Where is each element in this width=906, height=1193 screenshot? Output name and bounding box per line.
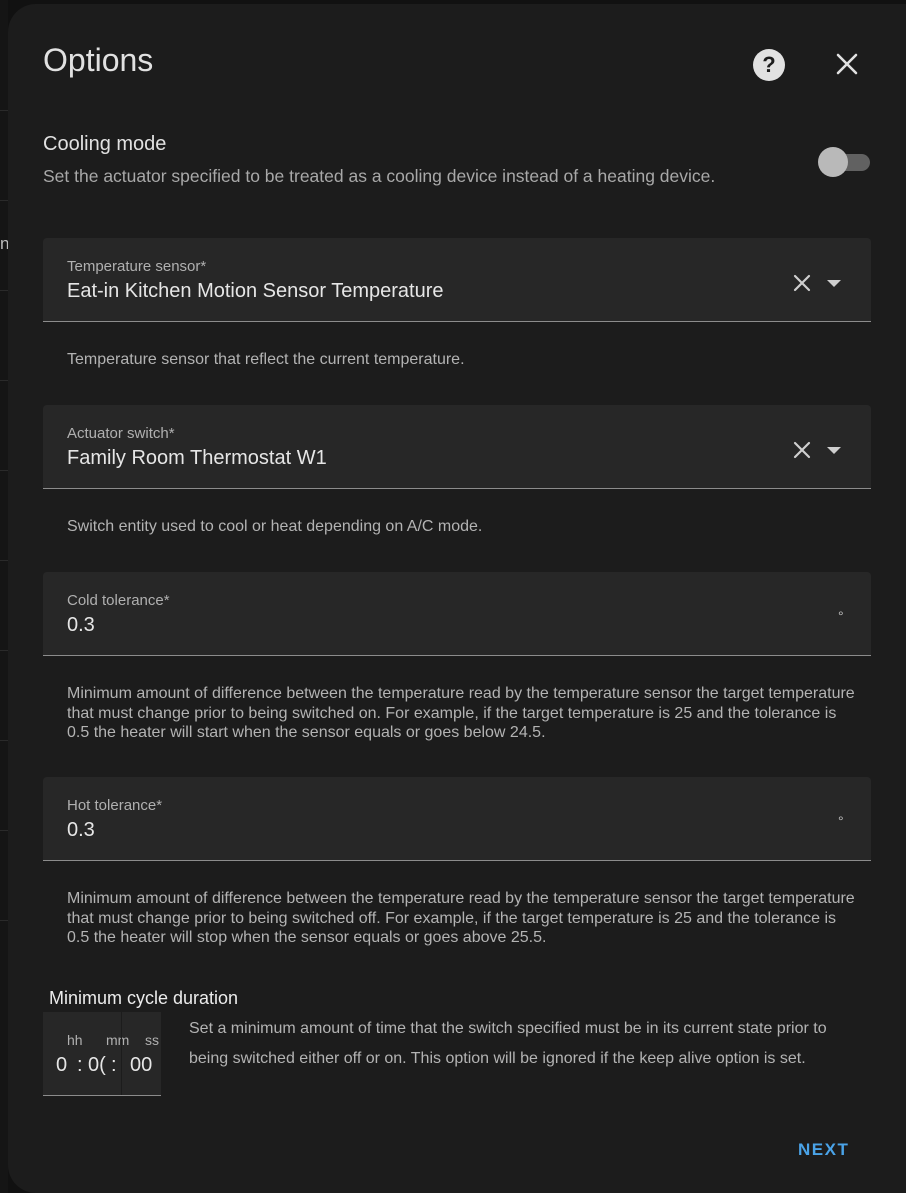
field-label: Cold tolerance* bbox=[67, 592, 170, 609]
backdrop-divider bbox=[0, 200, 8, 201]
unit-suffix: ° bbox=[838, 813, 844, 829]
field-value: Family Room Thermostat W1 bbox=[67, 447, 327, 469]
toggle-thumb bbox=[818, 147, 848, 177]
backdrop-divider bbox=[0, 470, 8, 471]
cooling-mode-title: Cooling mode bbox=[43, 133, 167, 155]
dropdown-arrow-icon[interactable] bbox=[826, 443, 842, 454]
min-cycle-title: Minimum cycle duration bbox=[49, 988, 239, 1008]
actuator-switch-helper: Switch entity used to cool or heat depen… bbox=[67, 518, 483, 535]
cold-tolerance-field[interactable]: Cold tolerance* 0.3 ° bbox=[43, 572, 871, 656]
clear-icon[interactable] bbox=[791, 272, 813, 294]
backdrop-text: n bbox=[0, 234, 10, 253]
backdrop-divider bbox=[0, 740, 8, 741]
hot-tolerance-helper: Minimum amount of difference between the… bbox=[67, 890, 855, 946]
time-separator: : bbox=[77, 1054, 83, 1076]
help-icon[interactable]: ? bbox=[753, 49, 785, 81]
backdrop-divider bbox=[0, 110, 8, 111]
hours-input[interactable]: 0 bbox=[56, 1054, 67, 1077]
dialog-title: Options bbox=[43, 42, 154, 78]
hot-tolerance-field[interactable]: Hot tolerance* 0.3 ° bbox=[43, 777, 871, 861]
backdrop-divider bbox=[0, 650, 8, 651]
next-button[interactable]: NEXT bbox=[798, 1140, 849, 1160]
unit-suffix: ° bbox=[838, 608, 844, 624]
field-value: 0.3 bbox=[67, 819, 95, 841]
field-label: Actuator switch* bbox=[67, 425, 175, 442]
minutes-label: mm bbox=[106, 1032, 130, 1048]
field-value: Eat-in Kitchen Motion Sensor Temperature bbox=[67, 280, 444, 302]
temperature-sensor-field[interactable]: Temperature sensor* Eat-in Kitchen Motio… bbox=[43, 238, 871, 322]
cold-tolerance-helper: Minimum amount of difference between the… bbox=[67, 685, 855, 741]
hours-label: hh bbox=[67, 1032, 83, 1048]
backdrop-divider bbox=[0, 290, 8, 291]
help-glyph: ? bbox=[762, 52, 776, 77]
seconds-label: ss bbox=[145, 1032, 159, 1048]
clear-icon[interactable] bbox=[791, 439, 813, 461]
backdrop-divider bbox=[0, 920, 8, 921]
actuator-switch-field[interactable]: Actuator switch* Family Room Thermostat … bbox=[43, 405, 871, 489]
cooling-mode-description: Set the actuator specified to be treated… bbox=[43, 166, 716, 186]
options-dialog: Options ? Cooling mode Set the actuator … bbox=[8, 4, 906, 1193]
time-separator: : bbox=[111, 1054, 117, 1076]
seconds-input[interactable]: 00 bbox=[130, 1054, 152, 1077]
backdrop-divider bbox=[0, 380, 8, 381]
backdrop bbox=[0, 0, 8, 1193]
backdrop-divider bbox=[0, 560, 8, 561]
backdrop-divider bbox=[0, 830, 8, 831]
field-label: Hot tolerance* bbox=[67, 797, 163, 814]
dropdown-arrow-icon[interactable] bbox=[826, 276, 842, 287]
close-icon[interactable] bbox=[831, 48, 863, 80]
divider bbox=[121, 1012, 122, 1095]
temperature-sensor-helper: Temperature sensor that reflect the curr… bbox=[67, 351, 465, 368]
cooling-mode-toggle[interactable] bbox=[818, 146, 870, 178]
min-cycle-duration-input: hh mm ss 0 : 0( : 00 bbox=[43, 1012, 161, 1096]
min-cycle-description: Set a minimum amount of time that the sw… bbox=[189, 1020, 827, 1067]
minutes-input[interactable]: 0( bbox=[88, 1054, 106, 1077]
field-label: Temperature sensor* bbox=[67, 258, 207, 275]
field-value: 0.3 bbox=[67, 614, 95, 636]
